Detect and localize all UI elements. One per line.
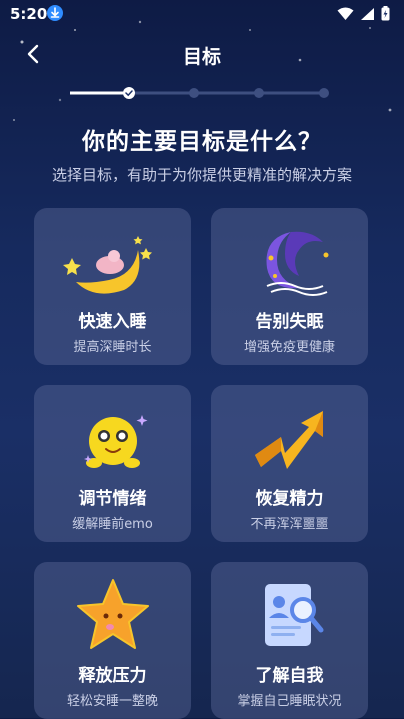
goal-subtitle: 掌握自己睡眠状况	[237, 694, 342, 709]
status-time: 5:20	[10, 5, 48, 23]
goal-card-fall-asleep[interactable]: 快速入睡 提高深睡时长	[34, 208, 191, 365]
sleeping-moon-icon	[34, 220, 191, 300]
question-subtitle: 选择目标，有助于为你提供更精准的解决方案	[51, 166, 352, 184]
goal-card-restore-energy[interactable]: 恢复精力 不再浑浑噩噩	[211, 385, 368, 542]
star-character-icon	[34, 574, 191, 654]
report-search-icon	[211, 574, 368, 654]
step-3-dot	[254, 88, 264, 98]
status-bar: 5:20	[0, 0, 404, 28]
goal-card-know-yourself[interactable]: 了解自我 掌握自己睡眠状况	[211, 562, 368, 719]
smiley-face-icon	[34, 397, 191, 477]
goal-subtitle: 轻松安睡一整晚	[66, 694, 158, 709]
step-1-done-icon	[123, 87, 135, 99]
step-progress	[68, 84, 332, 99]
up-arrow-icon	[211, 397, 368, 477]
goal-card-regulate-mood[interactable]: 调节情绪 缓解睡前emo	[34, 385, 191, 542]
goal-subtitle: 不再浑浑噩噩	[250, 517, 329, 532]
step-2-dot	[189, 88, 199, 98]
signal-icon	[361, 7, 374, 20]
goal-title: 了解自我	[255, 666, 324, 686]
goal-title: 告别失眠	[255, 312, 324, 332]
goal-title: 调节情绪	[78, 489, 147, 509]
step-4-dot	[319, 88, 329, 98]
question-heading: 你的主要目标是什么？	[82, 129, 322, 155]
download-icon	[47, 5, 63, 21]
goal-subtitle: 增强免疫更健康	[243, 340, 335, 355]
purple-moon-icon	[211, 220, 368, 300]
wifi-icon	[337, 7, 354, 20]
page-title: 目标	[182, 46, 221, 68]
goal-title: 恢复精力	[255, 489, 324, 509]
top-bar: 目标	[0, 36, 404, 72]
goal-subtitle: 提高深睡时长	[73, 340, 152, 355]
goal-card-stop-insomnia[interactable]: 告别失眠 增强免疫更健康	[211, 208, 368, 365]
battery-icon	[381, 6, 390, 21]
goal-title: 快速入睡	[78, 312, 147, 332]
goal-subtitle: 缓解睡前emo	[72, 517, 153, 532]
goal-title: 释放压力	[78, 666, 147, 686]
goal-card-release-stress[interactable]: 释放压力 轻松安睡一整晚	[34, 562, 191, 719]
